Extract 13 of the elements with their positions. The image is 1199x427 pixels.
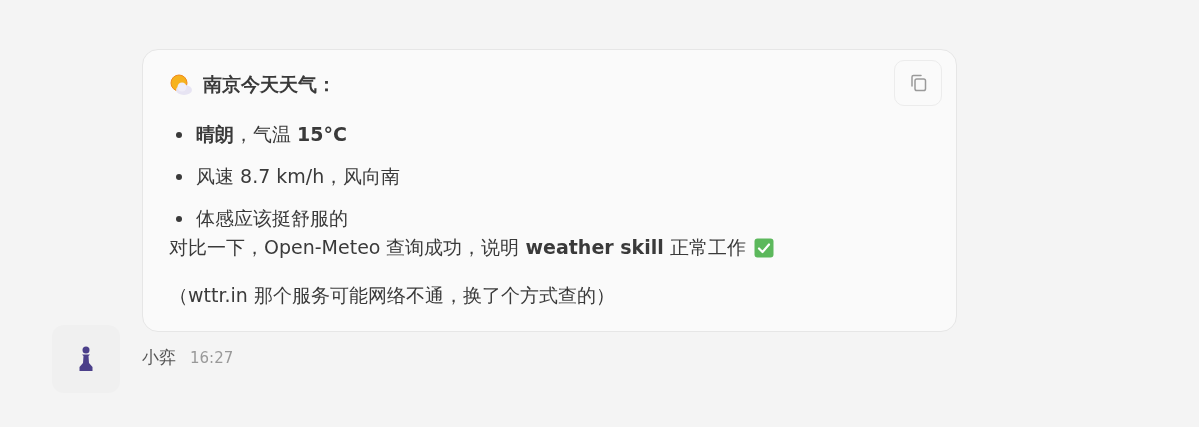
- bullet-text: 风速 8.7 km/h，风向南: [196, 164, 401, 189]
- check-mark-icon: [753, 238, 774, 258]
- sun-behind-cloud-icon: [169, 74, 193, 96]
- bullet-text: 体感应该挺舒服的: [196, 206, 348, 231]
- bullet-text: 晴朗，气温 15°C: [196, 122, 347, 147]
- message-time: 16:27: [190, 348, 234, 367]
- copy-button[interactable]: [894, 60, 942, 106]
- sender-name: 小弈: [142, 346, 176, 369]
- copy-icon: [908, 73, 928, 93]
- message-heading: 南京今天天气：: [203, 72, 336, 97]
- note-text: （wttr.in 那个服务可能网络不通，换了个方式查的）: [169, 283, 616, 308]
- summary-text: 对比一下，Open-Meteo 查询成功，说明 weather skill 正常工作: [169, 235, 746, 260]
- chess-pawn-icon: [78, 346, 94, 372]
